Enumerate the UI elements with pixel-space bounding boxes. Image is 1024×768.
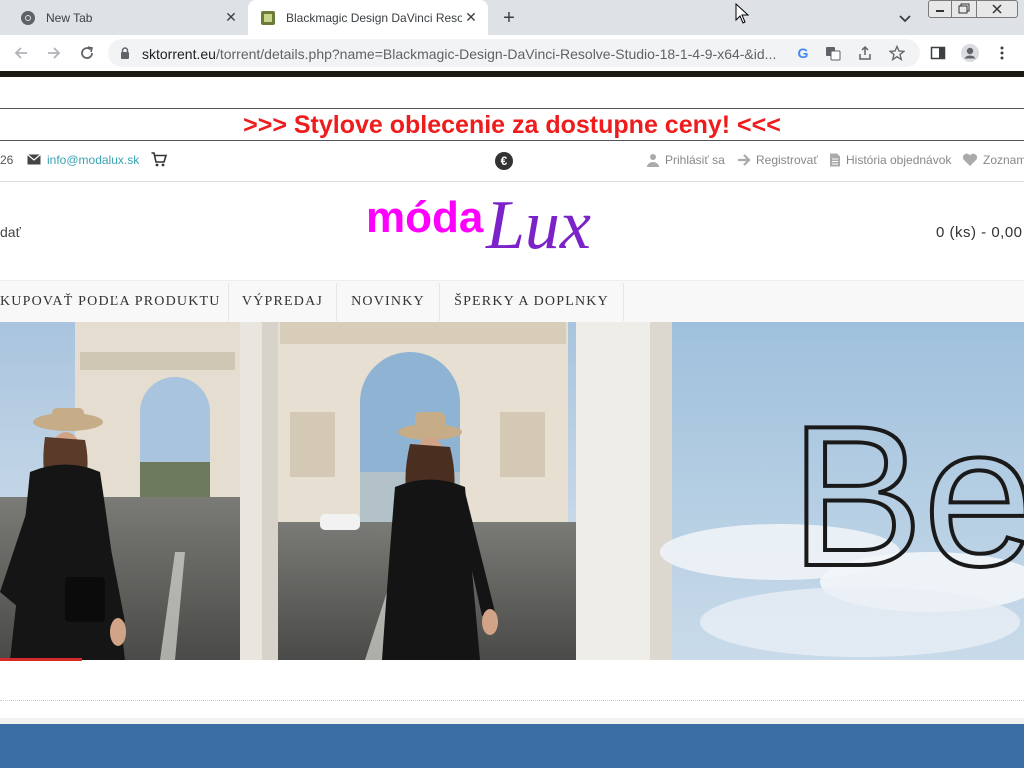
restore-button[interactable]: [951, 0, 977, 18]
arrow-right-icon: [738, 154, 751, 166]
slider-progress-bar: [0, 658, 82, 661]
order-history-link[interactable]: História objednávok: [829, 153, 951, 167]
nav-item-new[interactable]: NOVINKY: [337, 281, 439, 323]
url-host: sktorrent.eu: [142, 46, 216, 62]
hero-text: Be: [790, 385, 1024, 608]
close-tab-icon[interactable]: ✕: [462, 9, 480, 27]
bookmark-star-icon[interactable]: [888, 44, 906, 62]
currency-switch[interactable]: €: [495, 152, 513, 170]
profile-button[interactable]: [958, 41, 982, 65]
browser-toolbar: sktorrent.eu/torrent/details.php?name=Bl…: [0, 35, 1024, 71]
main-nav: KUPOVAŤ PODĽA PRODUKTU VÝPREDAJ NOVINKY …: [0, 280, 1024, 322]
more-vert-icon: [1000, 46, 1004, 60]
search-label-fragment: dať: [0, 224, 21, 240]
divider: [0, 700, 1024, 701]
url-path: /torrent/details.php?name=Blackmagic-Des…: [215, 46, 777, 62]
restore-icon: [958, 3, 970, 14]
minimize-button[interactable]: [928, 0, 952, 18]
share-icon[interactable]: [856, 44, 874, 62]
minimize-icon: [936, 10, 944, 12]
back-arrow-icon: [14, 47, 27, 59]
side-panel-icon: [930, 46, 946, 60]
hero-banner[interactable]: Be: [0, 322, 1024, 660]
mouse-cursor-icon: [735, 3, 750, 24]
cart-icon[interactable]: [151, 152, 167, 167]
site-favicon-icon: [261, 10, 275, 25]
chrome-icon: [21, 10, 35, 25]
register-link[interactable]: Registrovať: [737, 153, 818, 167]
document-icon: [830, 153, 840, 167]
logo-lux-text: Lux: [485, 188, 591, 264]
reload-button[interactable]: [75, 41, 99, 65]
blue-section: [0, 724, 1024, 768]
promo-banner[interactable]: >>> Stylove oblecenie za dostupne ceny! …: [0, 110, 1024, 140]
new-tab-button[interactable]: +: [498, 7, 520, 29]
header-topbar: 26 info@modalux.sk € Prihlásiť sa Regist…: [0, 146, 1024, 174]
divider: [0, 108, 1024, 109]
nav-item-shop-by-product[interactable]: KUPOVAŤ PODĽA PRODUKTU: [0, 281, 228, 323]
tab-active[interactable]: Blackmagic Design DaVinci Resolv ✕: [248, 0, 488, 35]
close-tab-icon[interactable]: ✕: [222, 9, 240, 27]
heart-icon: [962, 153, 978, 166]
tab-search-icon[interactable]: [896, 9, 914, 27]
avatar-icon: [961, 44, 979, 62]
login-label: Prihlásiť sa: [665, 153, 725, 167]
close-window-button[interactable]: [976, 0, 1018, 18]
wishlist-label: Zoznam: [983, 153, 1024, 167]
google-icon[interactable]: G: [794, 44, 812, 62]
nav-item-jewelry[interactable]: ŠPERKY A DOPLNKY: [440, 281, 623, 323]
translate-icon[interactable]: [824, 44, 842, 62]
side-panel-button[interactable]: [926, 41, 950, 65]
address-bar[interactable]: sktorrent.eu/torrent/details.php?name=Bl…: [108, 39, 920, 67]
tab-new-tab[interactable]: New Tab ✕: [8, 0, 248, 35]
divider: [0, 181, 1024, 182]
register-label: Registrovať: [756, 153, 818, 167]
page-top-bar: [0, 71, 1024, 77]
divider: [0, 140, 1024, 141]
phone-number: 26: [0, 153, 14, 167]
forward-button[interactable]: [42, 41, 66, 65]
cart-total[interactable]: 0 (ks) - 0,00: [936, 224, 1023, 241]
close-icon: [992, 4, 1002, 14]
lock-icon[interactable]: [120, 47, 130, 59]
login-link[interactable]: Prihlásiť sa: [646, 153, 725, 167]
email-link[interactable]: info@modalux.sk: [47, 153, 139, 167]
user-icon: [647, 154, 659, 167]
forward-arrow-icon: [48, 47, 61, 59]
order-history-label: História objednávok: [846, 153, 952, 167]
browser-tab-strip: New Tab ✕ Blackmagic Design DaVinci Reso…: [0, 0, 1024, 35]
wishlist-link[interactable]: Zoznam: [962, 153, 1024, 167]
url-text[interactable]: sktorrent.eu/torrent/details.php?name=Bl…: [142, 46, 782, 62]
mail-icon: [27, 154, 41, 165]
menu-button[interactable]: [990, 41, 1014, 65]
reload-icon: [81, 46, 93, 59]
hero-image: Be: [0, 322, 1024, 660]
back-button[interactable]: [9, 41, 33, 65]
logo-moda-text: móda: [366, 193, 484, 242]
modalux-logo[interactable]: móda Lux: [360, 188, 660, 270]
tab-title: Blackmagic Design DaVinci Resolv: [286, 10, 462, 25]
tab-title: New Tab: [46, 10, 93, 25]
nav-divider: [623, 283, 624, 321]
nav-item-sale[interactable]: VÝPREDAJ: [229, 281, 336, 323]
